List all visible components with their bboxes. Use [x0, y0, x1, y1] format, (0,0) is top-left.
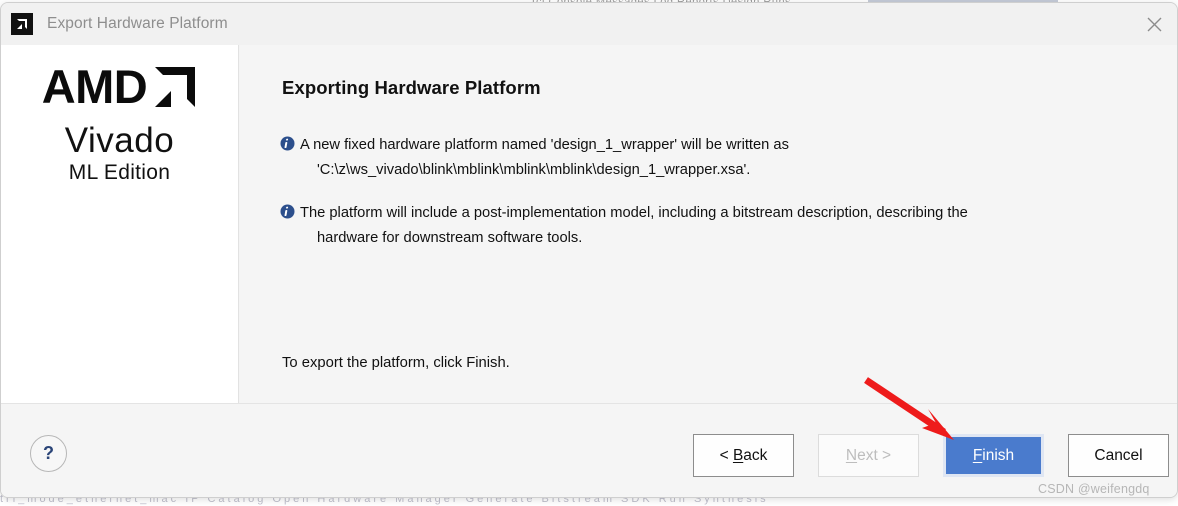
finish-button-label: Finish [972, 446, 1015, 464]
cancel-button[interactable]: Cancel [1068, 434, 1169, 477]
edition-label: ML Edition [68, 161, 171, 184]
back-button-label: < Back [719, 446, 768, 464]
info-message-1-line1: A new fixed hardware platform named 'des… [300, 137, 789, 153]
info-message-2: The platform will include a post-impleme… [280, 201, 1149, 251]
back-button[interactable]: < Back [693, 434, 794, 477]
branding-panel: AMD Vivado ML Edition [1, 45, 239, 403]
dialog-body: AMD Vivado ML Edition Exporting Hardware… [1, 45, 1177, 403]
info-message-2-line2: hardware for downstream software tools. [317, 230, 583, 246]
vivado-wordmark: Vivado [64, 121, 175, 160]
amd-arrow-icon [11, 13, 33, 35]
watermark: CSDN @weifengdq [1038, 482, 1150, 496]
dialog-footer: ? < Back Next > Finish Cancel [1, 403, 1177, 497]
amd-vivado-logo: AMD Vivado ML Edition [1, 63, 238, 185]
export-hardware-platform-dialog: Export Hardware Platform AMD Vivado ML E… [0, 2, 1178, 498]
dialog-titlebar: Export Hardware Platform [1, 3, 1177, 45]
info-message-list: A new fixed hardware platform named 'des… [280, 133, 1149, 269]
close-icon[interactable] [1131, 3, 1177, 45]
next-button: Next > [818, 434, 919, 477]
help-button[interactable]: ? [30, 435, 67, 472]
info-icon [280, 136, 295, 156]
page-title: Exporting Hardware Platform [282, 77, 541, 98]
info-message-2-line1: The platform will include a post-impleme… [300, 205, 968, 221]
button-row: < Back Next > Finish Cancel [693, 434, 1169, 477]
dialog-title: Export Hardware Platform [47, 15, 228, 32]
info-message-text: The platform will include a post-impleme… [300, 201, 968, 251]
amd-arrow-logo [153, 65, 197, 114]
content-panel: Exporting Hardware Platform A new fixed … [240, 45, 1177, 403]
amd-logo-row: AMD [1, 63, 238, 114]
info-icon [280, 204, 295, 224]
info-message-1-line2: 'C:\z\ws_vivado\blink\mblink\mblink\mbli… [317, 162, 751, 178]
next-button-label: Next > [845, 446, 892, 464]
finish-button[interactable]: Finish [943, 434, 1044, 477]
finish-instruction: To export the platform, click Finish. [282, 355, 510, 371]
cancel-button-label: Cancel [1094, 446, 1143, 464]
amd-wordmark: AMD [41, 60, 148, 113]
info-message-1: A new fixed hardware platform named 'des… [280, 133, 1149, 183]
info-message-text: A new fixed hardware platform named 'des… [300, 133, 789, 183]
